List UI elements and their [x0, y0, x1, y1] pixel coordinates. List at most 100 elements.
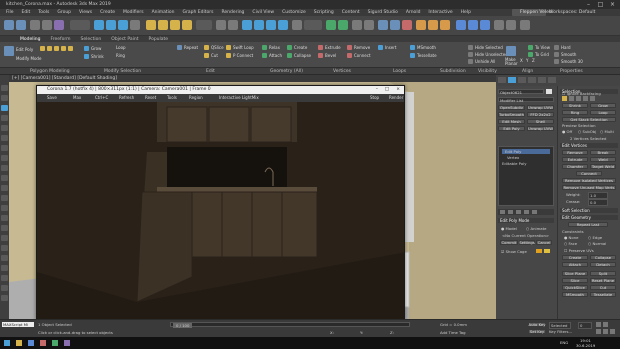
unhide-all-icon[interactable]: [468, 59, 473, 64]
extrude-button[interactable]: Extrude: [562, 157, 588, 162]
object-color-swatch[interactable]: [546, 89, 552, 94]
menu-scripting[interactable]: Scripting: [314, 10, 334, 15]
time-slider[interactable]: 0 / 100: [170, 322, 410, 328]
vfb-lightmix-button[interactable]: Interactive LightMix: [219, 95, 259, 100]
create-button[interactable]: Create: [562, 255, 588, 260]
corona-interactive-icon[interactable]: [468, 20, 478, 30]
menu-arnold[interactable]: Arnold: [406, 10, 421, 15]
vfb-title-bar[interactable]: Corona 1.7 (hotfix 4) | 800×311px (1:1) …: [37, 86, 404, 94]
edge-subobject-icon[interactable]: [569, 96, 574, 101]
set-key-button[interactable]: Set Key: [528, 329, 546, 334]
chamfer-button[interactable]: Chamfer: [562, 164, 588, 169]
element-mode-icon[interactable]: [68, 46, 73, 51]
vfb-close-icon[interactable]: ×: [396, 86, 400, 94]
swift-loop-label[interactable]: Swift Loop: [233, 45, 254, 50]
snaps-toggle-icon[interactable]: [242, 20, 252, 30]
smooth-icon[interactable]: [554, 52, 559, 57]
hide-unselected-label[interactable]: Hide Unselected: [475, 52, 508, 57]
menu-create[interactable]: Create: [100, 10, 115, 15]
link-icon[interactable]: [30, 20, 40, 30]
grow-label[interactable]: Grow: [91, 46, 101, 51]
smooth-label[interactable]: Smooth: [561, 52, 576, 57]
app-icon[interactable]: [40, 340, 46, 346]
rendered-frame-window-icon[interactable]: [428, 20, 438, 30]
msmooth-label[interactable]: MSmooth: [417, 45, 436, 50]
schematic-view-icon[interactable]: [390, 20, 400, 30]
slice-button[interactable]: Slice: [562, 278, 588, 283]
menu-content[interactable]: Content: [342, 10, 360, 15]
3dsmax-icon[interactable]: [52, 340, 58, 346]
to-grid-label[interactable]: To Grid: [535, 52, 549, 57]
modifier-button-turbosmooth[interactable]: TurboSmooth: [498, 112, 525, 117]
unlink-icon[interactable]: [42, 20, 52, 30]
menu-group[interactable]: Group: [57, 10, 71, 15]
layout-tab-icon[interactable]: [1, 245, 8, 251]
stack-item-edit-poly[interactable]: Edit Poly: [502, 149, 550, 154]
commit-button[interactable]: Commit: [500, 240, 518, 245]
preview-off-radio[interactable]: ● Off: [562, 129, 572, 134]
layout-tab-icon[interactable]: [1, 175, 8, 181]
layout-tab-icon[interactable]: [1, 275, 8, 281]
element-subobject-icon[interactable]: [590, 96, 595, 101]
hide-selected-label[interactable]: Hide Selected: [475, 45, 503, 50]
preview-multi-radio[interactable]: ○ Multi: [600, 129, 614, 134]
next-frame-icon[interactable]: [603, 322, 608, 327]
crease-spinner[interactable]: 0.0: [588, 199, 608, 206]
workspaces-selector[interactable]: Workspaces: Default: [549, 9, 595, 16]
hard-icon[interactable]: [554, 45, 559, 50]
layout-tab-icon[interactable]: [1, 255, 8, 261]
smooth30-icon[interactable]: [554, 59, 559, 64]
render-setup-icon[interactable]: [416, 20, 426, 30]
reference-coordinate-dropdown[interactable]: [196, 20, 212, 30]
layout-tab-icon[interactable]: [1, 145, 8, 151]
shrink-label[interactable]: Shrink: [91, 54, 104, 59]
stack-item-editable-poly[interactable]: Editable Poly: [502, 161, 526, 166]
selection-filter-dropdown[interactable]: [70, 20, 90, 30]
redo-icon[interactable]: [16, 20, 26, 30]
layout-tab-icon[interactable]: [1, 235, 8, 241]
current-frame-field[interactable]: 0: [578, 322, 592, 329]
extrude-label[interactable]: Extrude: [325, 45, 341, 50]
group-edit[interactable]: Edit: [206, 69, 215, 74]
tab-freeform[interactable]: Freeform: [50, 37, 70, 42]
zoom-extents-icon[interactable]: [596, 329, 601, 334]
connect-label[interactable]: Connect: [354, 53, 371, 58]
layout-tab-icon[interactable]: [1, 135, 8, 141]
ring-button[interactable]: Ring: [562, 110, 588, 115]
ring-label[interactable]: Ring: [116, 53, 125, 58]
vfb-minimize-icon[interactable]: –: [376, 86, 378, 94]
layout-tab-icon[interactable]: [1, 105, 8, 111]
tab-selection[interactable]: Selection: [81, 37, 102, 42]
minimize-button[interactable]: –: [584, 0, 593, 9]
angle-snap-icon[interactable]: [254, 20, 264, 30]
display-tab-icon[interactable]: [538, 77, 546, 83]
scene-explorer-icon[interactable]: [364, 20, 374, 30]
grow-button[interactable]: Grow: [590, 103, 616, 108]
collapse-icon[interactable]: [287, 53, 292, 58]
material-editor-icon[interactable]: [402, 20, 412, 30]
modifier-stack[interactable]: Edit Poly Vertex Editable Poly: [498, 146, 554, 206]
tessellate-icon[interactable]: [410, 53, 415, 58]
p-connect-icon[interactable]: [226, 53, 231, 58]
spinner-snap-icon[interactable]: [278, 20, 288, 30]
layout-tab-icon[interactable]: [1, 125, 8, 131]
orbit-icon[interactable]: [603, 329, 608, 334]
utilities-tab-icon[interactable]: [548, 77, 556, 83]
hard-label[interactable]: Hard: [561, 45, 571, 50]
vertex-mode-icon[interactable]: [40, 46, 45, 51]
corona-icon[interactable]: [64, 340, 70, 346]
layout-tab-icon[interactable]: [1, 95, 8, 101]
group-loops[interactable]: Loops: [393, 69, 406, 74]
corona-vfb-icon[interactable]: [480, 20, 490, 30]
create-tab-icon[interactable]: [498, 77, 506, 83]
arnold-ipr-icon[interactable]: [506, 20, 516, 30]
relax-label[interactable]: Relax: [269, 45, 280, 50]
start-icon[interactable]: [4, 340, 10, 346]
to-view-icon[interactable]: [528, 45, 533, 50]
connect-button[interactable]: Connect: [576, 171, 602, 176]
bevel-label[interactable]: Bevel: [325, 53, 336, 58]
menu-customize[interactable]: Customize: [282, 10, 306, 15]
group-align[interactable]: Align: [522, 69, 533, 74]
configure-modifier-sets-icon[interactable]: [532, 210, 537, 214]
viewport-label[interactable]: [+] [Camera001] [Standard] [Default Shad…: [9, 75, 496, 82]
